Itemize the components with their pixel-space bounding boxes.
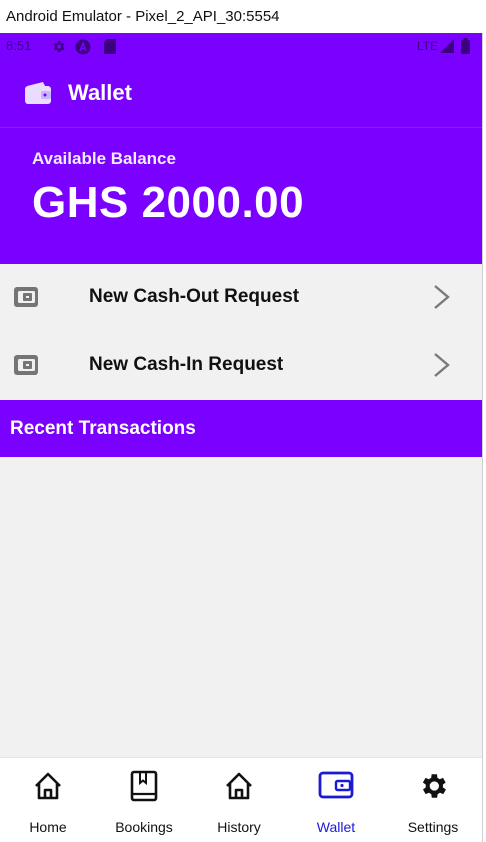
nav-label-history: History [217,819,261,835]
bookmark-book-icon [129,770,159,807]
app-bar: Wallet [0,61,482,127]
wallet-icon [13,354,39,381]
nav-wallet[interactable]: Wallet [288,758,384,842]
nav-label-bookings: Bookings [115,819,173,835]
nav-label-settings: Settings [407,819,459,835]
sd-card-icon [104,39,116,57]
network-type: LTE [417,39,439,53]
nav-settings[interactable]: Settings [385,758,481,842]
bottom-navigation: Home Bookings History Wallet Settings [0,757,482,842]
nav-label-home: Home [29,819,67,835]
page-title: Wallet [68,80,132,105]
gear-icon [51,39,66,57]
cash-in-request-row[interactable]: New Cash-In Request [0,332,482,398]
recent-transactions-header: Recent Transactions [0,400,482,457]
balance-card: Available Balance GHS 2000.00 [0,128,482,264]
wallet-icon [13,286,39,313]
home-icon [32,770,64,807]
balance-label: Available Balance [32,149,176,168]
gear-icon [417,770,449,807]
home-icon [223,770,255,807]
cash-out-request-row[interactable]: New Cash-Out Request [0,264,482,330]
a-icon [75,39,91,58]
wallet-icon [24,81,52,110]
cash-out-label: New Cash-Out Request [89,286,300,307]
recent-transactions-title: Recent Transactions [10,418,196,439]
battery-icon [461,38,470,57]
balance-amount: GHS 2000.00 [32,178,305,227]
nav-home[interactable]: Home [0,758,96,842]
nav-label-wallet: Wallet [316,819,356,835]
wallet-icon [318,770,354,805]
window-title: Android Emulator - Pixel_2_API_30:5554 [6,8,280,25]
signal-icon [440,39,454,56]
status-bar: 8:51 LTE [0,33,482,61]
status-time: 8:51 [6,38,32,53]
nav-history[interactable]: History [191,758,287,842]
window-title-bar: Android Emulator - Pixel_2_API_30:5554 [0,0,486,33]
chevron-right-icon [432,352,452,383]
chevron-right-icon [432,284,452,315]
phone-screen: 8:51 LTE Wallet Available Balance GHS 20… [0,33,482,842]
nav-bookings[interactable]: Bookings [96,758,192,842]
cash-in-label: New Cash-In Request [89,354,284,375]
window-edge [482,33,486,842]
